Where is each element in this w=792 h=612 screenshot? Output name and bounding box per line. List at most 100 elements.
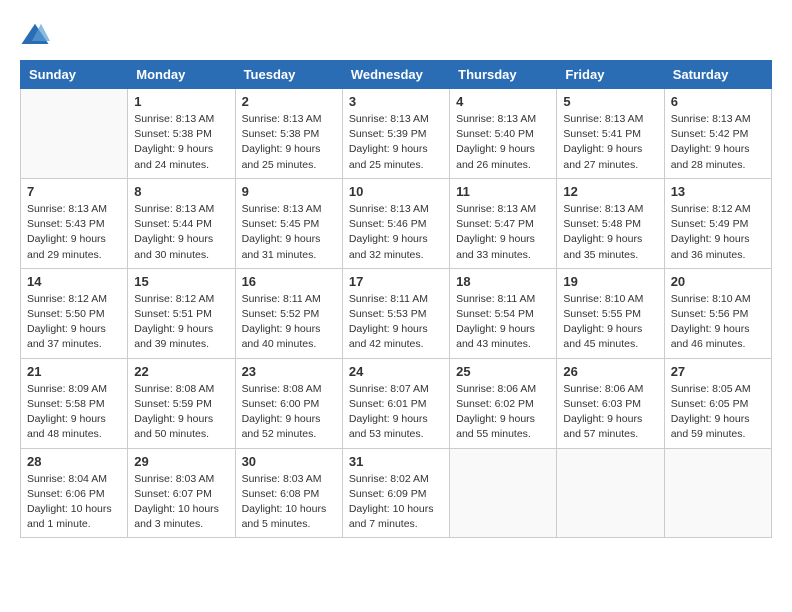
- page-header: [20, 20, 772, 50]
- calendar-cell: [450, 448, 557, 538]
- day-info: Sunrise: 8:11 AMSunset: 5:52 PMDaylight:…: [242, 292, 336, 353]
- day-info: Sunrise: 8:13 AMSunset: 5:47 PMDaylight:…: [456, 202, 550, 263]
- day-number: 11: [456, 184, 550, 199]
- calendar-cell: [664, 448, 771, 538]
- day-info: Sunrise: 8:13 AMSunset: 5:44 PMDaylight:…: [134, 202, 228, 263]
- day-number: 8: [134, 184, 228, 199]
- day-number: 17: [349, 274, 443, 289]
- calendar-cell: 2 Sunrise: 8:13 AMSunset: 5:38 PMDaylight…: [235, 89, 342, 179]
- calendar-cell: 31 Sunrise: 8:02 AMSunset: 6:09 PMDayligh…: [342, 448, 449, 538]
- calendar-cell: 5 Sunrise: 8:13 AMSunset: 5:41 PMDaylight…: [557, 89, 664, 179]
- calendar-week-row: 1Sunrise: 8:13 AMSunset: 5:38 PMDaylight…: [21, 89, 772, 179]
- day-number: 24: [349, 364, 443, 379]
- day-number: 28: [27, 454, 121, 469]
- calendar-cell: 23 Sunrise: 8:08 AMSunset: 6:00 PMDayligh…: [235, 358, 342, 448]
- calendar-cell: 30Sunrise: 8:03 AMSunset: 6:08 PMDayligh…: [235, 448, 342, 538]
- calendar-cell: 9Sunrise: 8:13 AMSunset: 5:45 PMDaylight…: [235, 178, 342, 268]
- day-info: Sunrise: 8:03 AMSunset: 6:07 PMDaylight:…: [134, 472, 228, 533]
- day-number: 25: [456, 364, 550, 379]
- calendar-cell: 7 Sunrise: 8:13 AMSunset: 5:43 PMDaylight…: [21, 178, 128, 268]
- day-number: 21: [27, 364, 121, 379]
- calendar-cell: 1Sunrise: 8:13 AMSunset: 5:38 PMDaylight…: [128, 89, 235, 179]
- weekday-header: Thursday: [450, 61, 557, 89]
- calendar-cell: 21Sunrise: 8:09 AMSunset: 5:58 PMDayligh…: [21, 358, 128, 448]
- day-info: Sunrise: 8:11 AMSunset: 5:54 PMDaylight:…: [456, 292, 550, 353]
- calendar-cell: 10Sunrise: 8:13 AMSunset: 5:46 PMDayligh…: [342, 178, 449, 268]
- calendar-cell: 14 Sunrise: 8:12 AMSunset: 5:50 PMDayligh…: [21, 268, 128, 358]
- day-info: Sunrise: 8:13 AMSunset: 5:43 PMDaylight:…: [27, 202, 121, 263]
- day-info: Sunrise: 8:08 AMSunset: 6:00 PMDaylight:…: [242, 382, 336, 443]
- calendar-cell: 18 Sunrise: 8:11 AMSunset: 5:54 PMDayligh…: [450, 268, 557, 358]
- day-info: Sunrise: 8:13 AMSunset: 5:41 PMDaylight:…: [563, 112, 657, 173]
- day-number: 2: [242, 94, 336, 109]
- day-number: 18: [456, 274, 550, 289]
- calendar-week-row: 21Sunrise: 8:09 AMSunset: 5:58 PMDayligh…: [21, 358, 772, 448]
- calendar-cell: 13 Sunrise: 8:12 AMSunset: 5:49 PMDayligh…: [664, 178, 771, 268]
- weekday-header: Saturday: [664, 61, 771, 89]
- calendar-week-row: 14 Sunrise: 8:12 AMSunset: 5:50 PMDayligh…: [21, 268, 772, 358]
- day-info: Sunrise: 8:07 AMSunset: 6:01 PMDaylight:…: [349, 382, 443, 443]
- calendar-week-row: 7 Sunrise: 8:13 AMSunset: 5:43 PMDaylight…: [21, 178, 772, 268]
- day-info: Sunrise: 8:04 AMSunset: 6:06 PMDaylight:…: [27, 472, 121, 533]
- weekday-header-row: SundayMondayTuesdayWednesdayThursdayFrid…: [21, 61, 772, 89]
- day-number: 26: [563, 364, 657, 379]
- calendar-cell: [21, 89, 128, 179]
- day-info: Sunrise: 8:02 AMSunset: 6:09 PMDaylight:…: [349, 472, 443, 533]
- day-number: 30: [242, 454, 336, 469]
- day-info: Sunrise: 8:13 AMSunset: 5:42 PMDaylight:…: [671, 112, 765, 173]
- day-number: 19: [563, 274, 657, 289]
- calendar-cell: 27 Sunrise: 8:05 AMSunset: 6:05 PMDayligh…: [664, 358, 771, 448]
- day-info: Sunrise: 8:11 AMSunset: 5:53 PMDaylight:…: [349, 292, 443, 353]
- day-info: Sunrise: 8:12 AMSunset: 5:49 PMDaylight:…: [671, 202, 765, 263]
- day-number: 22: [134, 364, 228, 379]
- calendar-cell: 4 Sunrise: 8:13 AMSunset: 5:40 PMDaylight…: [450, 89, 557, 179]
- day-info: Sunrise: 8:12 AMSunset: 5:50 PMDaylight:…: [27, 292, 121, 353]
- calendar-cell: 24 Sunrise: 8:07 AMSunset: 6:01 PMDayligh…: [342, 358, 449, 448]
- day-number: 20: [671, 274, 765, 289]
- logo: [20, 20, 54, 50]
- day-number: 14: [27, 274, 121, 289]
- day-info: Sunrise: 8:10 AMSunset: 5:56 PMDaylight:…: [671, 292, 765, 353]
- calendar-cell: 3 Sunrise: 8:13 AMSunset: 5:39 PMDaylight…: [342, 89, 449, 179]
- calendar-cell: 29Sunrise: 8:03 AMSunset: 6:07 PMDayligh…: [128, 448, 235, 538]
- day-info: Sunrise: 8:13 AMSunset: 5:39 PMDaylight:…: [349, 112, 443, 173]
- day-info: Sunrise: 8:05 AMSunset: 6:05 PMDaylight:…: [671, 382, 765, 443]
- day-number: 3: [349, 94, 443, 109]
- day-info: Sunrise: 8:13 AMSunset: 5:40 PMDaylight:…: [456, 112, 550, 173]
- calendar-cell: 15 Sunrise: 8:12 AMSunset: 5:51 PMDayligh…: [128, 268, 235, 358]
- weekday-header: Monday: [128, 61, 235, 89]
- day-number: 9: [242, 184, 336, 199]
- weekday-header: Wednesday: [342, 61, 449, 89]
- day-number: 31: [349, 454, 443, 469]
- day-info: Sunrise: 8:06 AMSunset: 6:03 PMDaylight:…: [563, 382, 657, 443]
- day-number: 6: [671, 94, 765, 109]
- calendar-cell: 26 Sunrise: 8:06 AMSunset: 6:03 PMDayligh…: [557, 358, 664, 448]
- day-number: 7: [27, 184, 121, 199]
- day-number: 13: [671, 184, 765, 199]
- calendar-week-row: 28 Sunrise: 8:04 AMSunset: 6:06 PMDayligh…: [21, 448, 772, 538]
- calendar-cell: 12Sunrise: 8:13 AMSunset: 5:48 PMDayligh…: [557, 178, 664, 268]
- day-info: Sunrise: 8:12 AMSunset: 5:51 PMDaylight:…: [134, 292, 228, 353]
- day-number: 15: [134, 274, 228, 289]
- day-number: 5: [563, 94, 657, 109]
- calendar-cell: 6 Sunrise: 8:13 AMSunset: 5:42 PMDaylight…: [664, 89, 771, 179]
- calendar-cell: 25 Sunrise: 8:06 AMSunset: 6:02 PMDayligh…: [450, 358, 557, 448]
- weekday-header: Friday: [557, 61, 664, 89]
- day-info: Sunrise: 8:08 AMSunset: 5:59 PMDaylight:…: [134, 382, 228, 443]
- calendar-table: SundayMondayTuesdayWednesdayThursdayFrid…: [20, 60, 772, 538]
- day-number: 27: [671, 364, 765, 379]
- weekday-header: Sunday: [21, 61, 128, 89]
- day-number: 16: [242, 274, 336, 289]
- weekday-header: Tuesday: [235, 61, 342, 89]
- day-number: 23: [242, 364, 336, 379]
- day-info: Sunrise: 8:13 AMSunset: 5:38 PMDaylight:…: [134, 112, 228, 173]
- day-info: Sunrise: 8:06 AMSunset: 6:02 PMDaylight:…: [456, 382, 550, 443]
- day-info: Sunrise: 8:13 AMSunset: 5:46 PMDaylight:…: [349, 202, 443, 263]
- calendar-cell: 22 Sunrise: 8:08 AMSunset: 5:59 PMDayligh…: [128, 358, 235, 448]
- day-number: 4: [456, 94, 550, 109]
- calendar-cell: 28 Sunrise: 8:04 AMSunset: 6:06 PMDayligh…: [21, 448, 128, 538]
- day-info: Sunrise: 8:10 AMSunset: 5:55 PMDaylight:…: [563, 292, 657, 353]
- calendar-cell: 8 Sunrise: 8:13 AMSunset: 5:44 PMDaylight…: [128, 178, 235, 268]
- logo-icon: [20, 20, 50, 50]
- day-info: Sunrise: 8:13 AMSunset: 5:38 PMDaylight:…: [242, 112, 336, 173]
